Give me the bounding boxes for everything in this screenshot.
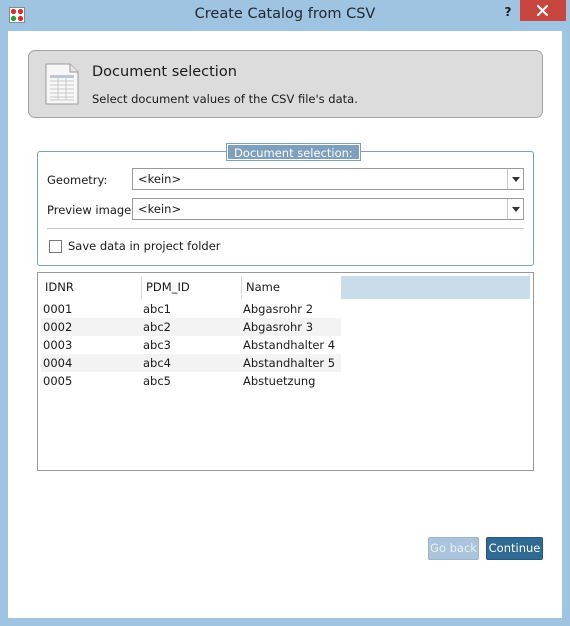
document-selection-group: Document selection: Geometry: <kein> Pre… — [37, 143, 534, 266]
csv-document-icon — [43, 62, 81, 106]
cell-name: Abstandhalter 4 — [243, 338, 336, 352]
close-icon — [537, 5, 548, 16]
cell-idnr: 0004 — [43, 356, 73, 370]
cell-name: Abgasrohr 3 — [243, 320, 314, 334]
go-back-button[interactable]: Go back — [428, 537, 479, 560]
cell-name: Abstandhalter 5 — [243, 356, 336, 370]
geometry-dropdown-arrow[interactable] — [507, 169, 523, 189]
window-title: Create Catalog from CSV — [194, 6, 376, 22]
dialog-content: Document selection Select document value… — [8, 31, 562, 618]
preview-image-combo[interactable]: <kein> — [132, 198, 524, 220]
column-header-name[interactable]: Name — [242, 276, 342, 299]
group-divider — [47, 228, 524, 229]
table-row[interactable]: 0001 abc1 Abgasrohr 2 — [41, 300, 341, 318]
header-title: Document selection — [92, 64, 237, 80]
header-panel: Document selection Select document value… — [28, 50, 543, 118]
header-subtitle: Select document values of the CSV file's… — [92, 92, 358, 106]
dialog-window: Create Catalog from CSV ? Document selec… — [0, 0, 570, 626]
cell-pdm-id: abc4 — [143, 356, 171, 370]
cell-name: Abgasrohr 2 — [243, 302, 314, 316]
cell-idnr: 0001 — [43, 302, 73, 316]
table-row[interactable]: 0002 abc2 Abgasrohr 3 — [41, 318, 341, 336]
save-in-project-label: Save data in project folder — [68, 239, 221, 253]
preview-image-label: Preview image: — [47, 203, 136, 217]
table-header: IDNR PDM_ID Name — [41, 276, 530, 299]
column-header-idnr[interactable]: IDNR — [41, 276, 142, 299]
group-title: Document selection: — [226, 143, 361, 161]
cell-idnr: 0005 — [43, 374, 73, 388]
continue-button[interactable]: Continue — [486, 537, 543, 560]
csv-data-table: IDNR PDM_ID Name 0001 abc1 Abgasrohr 2 0… — [37, 272, 534, 471]
geometry-value: <kein> — [138, 172, 182, 186]
preview-image-dropdown-arrow[interactable] — [507, 199, 523, 219]
chevron-down-icon — [512, 207, 520, 212]
geometry-combo[interactable]: <kein> — [132, 168, 524, 190]
cell-pdm-id: abc3 — [143, 338, 171, 352]
column-header-pdm-id[interactable]: PDM_ID — [142, 276, 242, 299]
close-button[interactable] — [520, 0, 566, 21]
cell-pdm-id: abc2 — [143, 320, 171, 334]
preview-image-value: <kein> — [138, 202, 182, 216]
help-button[interactable]: ? — [498, 2, 518, 22]
table-row[interactable]: 0005 abc5 Abstuetzung — [41, 372, 341, 390]
cell-pdm-id: abc1 — [143, 302, 171, 316]
save-in-project-checkbox[interactable] — [49, 240, 62, 253]
cell-name: Abstuetzung — [243, 374, 316, 388]
title-bar: Create Catalog from CSV ? — [0, 0, 570, 30]
chevron-down-icon — [512, 177, 520, 182]
table-row[interactable]: 0003 abc3 Abstandhalter 4 — [41, 336, 341, 354]
cell-idnr: 0003 — [43, 338, 73, 352]
cell-idnr: 0002 — [43, 320, 73, 334]
table-row[interactable]: 0004 abc4 Abstandhalter 5 — [41, 354, 341, 372]
cell-pdm-id: abc5 — [143, 374, 171, 388]
geometry-label: Geometry: — [47, 173, 108, 187]
